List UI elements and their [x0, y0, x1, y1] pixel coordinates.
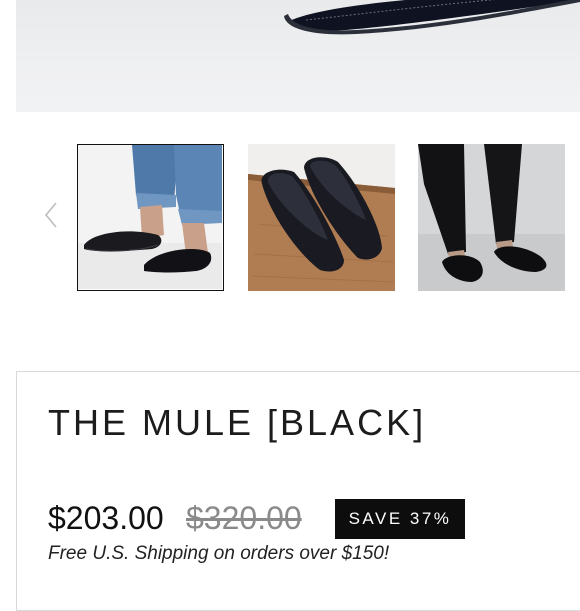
shipping-notice: Free U.S. Shipping on orders over $150! — [48, 543, 390, 564]
thumbnail-image-trousers-mules — [418, 144, 565, 291]
main-product-image[interactable] — [16, 0, 580, 112]
thumbnail-image-jeans-mules — [78, 145, 222, 289]
mule-shoe-closeup — [284, 0, 580, 35]
product-info-card: THE MULE [BLACK] $203.00 $320.00 SAVE 37… — [16, 371, 580, 611]
thumbnail-image-mules-on-box — [248, 144, 395, 291]
thumbnail-gallery — [0, 140, 580, 295]
thumbnail-3[interactable] — [418, 144, 565, 291]
thumbnail-1-selected[interactable] — [77, 144, 224, 291]
thumbnail-2[interactable] — [248, 144, 395, 291]
chevron-left-icon — [44, 202, 57, 228]
save-percentage-badge: SAVE 37% — [335, 499, 465, 539]
sale-price: $203.00 — [48, 500, 164, 536]
product-title: THE MULE [BLACK] — [48, 402, 427, 443]
compare-at-price: $320.00 — [186, 500, 302, 536]
previous-thumbnail-button[interactable] — [38, 198, 64, 232]
